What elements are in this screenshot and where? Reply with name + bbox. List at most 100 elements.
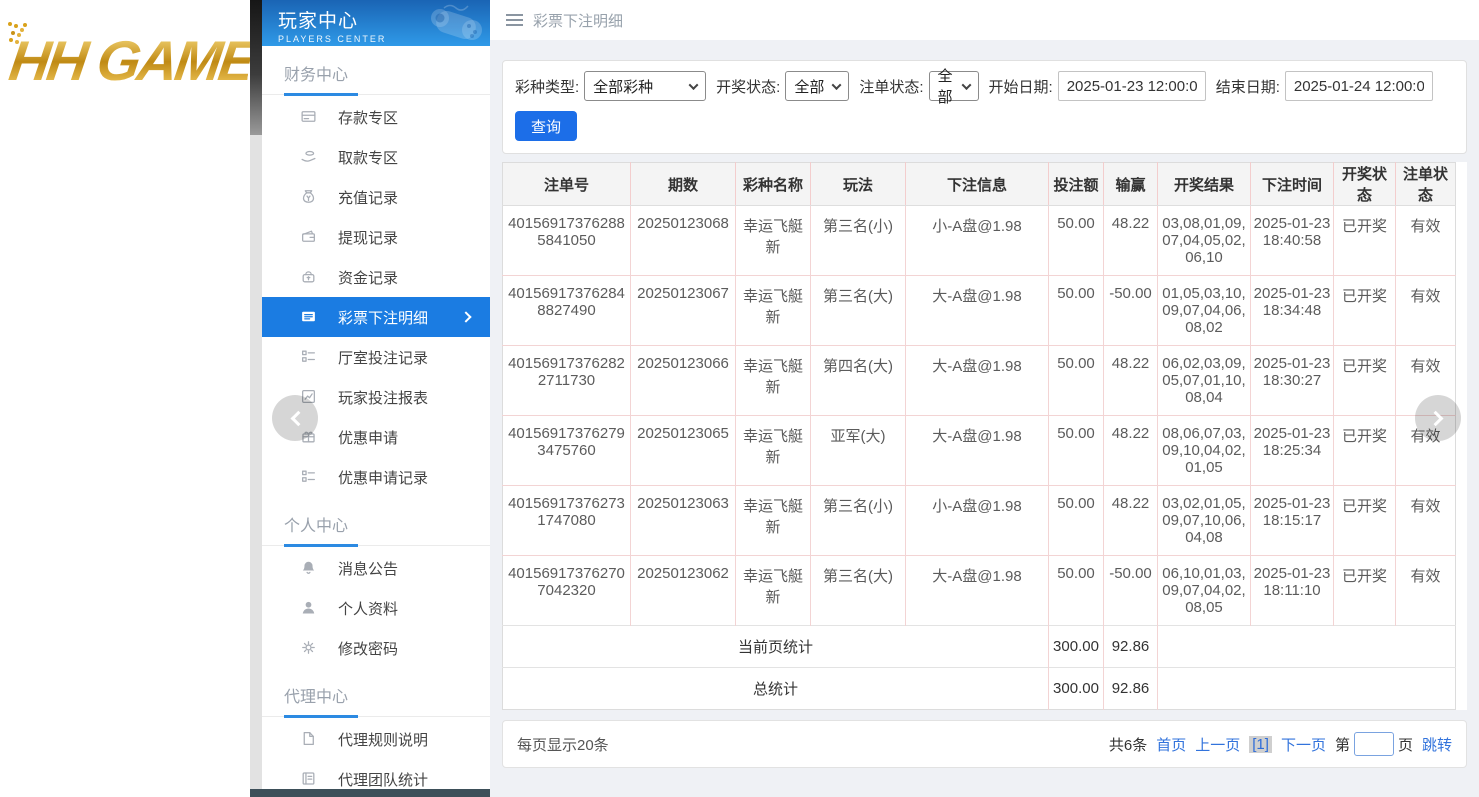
next-page-link[interactable]: 下一页 <box>1281 734 1326 755</box>
summary-bet-total: 300.00 <box>1049 626 1104 668</box>
draw-status-select[interactable]: 全部 <box>785 71 849 101</box>
sidebar-item-withdrawal-records[interactable]: 提现记录 <box>262 217 490 257</box>
sidebar-item-deposit[interactable]: 存款专区 <box>262 97 490 137</box>
jump-button[interactable]: 跳转 <box>1422 734 1452 755</box>
cell-draw_result: 01,05,03,10,09,07,04,06,08,02 <box>1158 276 1251 346</box>
bet-status-select[interactable]: 全部 <box>929 71 979 101</box>
cell-period: 20250123063 <box>631 486 736 556</box>
cell-bet_no: 401569173762731747080 <box>503 486 631 556</box>
table-row: 40156917376282271173020250123066幸运飞艇新第四名… <box>503 346 1456 416</box>
bell-icon <box>300 559 318 577</box>
cell-draw_status: 已开奖 <box>1334 206 1396 276</box>
sidebar-item-promo-apply-records[interactable]: 优惠申请记录 <box>262 457 490 497</box>
ledger-icon <box>300 770 318 788</box>
sidebar-item-label: 厅室投注记录 <box>338 347 428 368</box>
cell-bet_no: 401569173762885841050 <box>503 206 631 276</box>
cell-win_loss: -50.00 <box>1104 556 1158 626</box>
jump-prefix-text: 第 <box>1335 734 1350 755</box>
end-date-label: 结束日期: <box>1216 76 1280 97</box>
sidebar-item-hall-bet-records[interactable]: 厅室投注记录 <box>262 337 490 377</box>
search-button[interactable]: 查询 <box>515 111 577 141</box>
bets-table-card: 注单号期数彩种名称玩法下注信息投注额输赢开奖结果下注时间开奖状态注单状态 401… <box>502 162 1467 710</box>
cell-bet_time: 2025-01-23 18:34:48 <box>1251 276 1334 346</box>
sidebar-item-lottery-bet-details[interactable]: 彩票下注明细 <box>262 297 490 337</box>
chevron-down-icon <box>961 80 971 90</box>
sidebar-item-label: 代理团队统计 <box>338 769 428 790</box>
checklist-icon <box>300 468 318 486</box>
logo-dots-decoration <box>8 22 12 26</box>
col-header-draw_result: 开奖结果 <box>1158 163 1251 206</box>
cell-bet_info: 大-A盘@1.98 <box>906 346 1049 416</box>
end-date-input[interactable] <box>1285 71 1433 101</box>
carousel-next-button[interactable] <box>1415 395 1461 441</box>
sidebar-item-label: 个人资料 <box>338 598 398 619</box>
cell-bet_no: 401569173762822711730 <box>503 346 631 416</box>
lottery-type-label: 彩种类型: <box>515 76 579 97</box>
jump-suffix-text: 页 <box>1398 734 1413 755</box>
table-row: 40156917376284882749020250123067幸运飞艇新第三名… <box>503 276 1456 346</box>
cell-lottery_name: 幸运飞艇新 <box>736 556 811 626</box>
col-header-bet_no: 注单号 <box>503 163 631 206</box>
sidebar-item-label: 存款专区 <box>338 107 398 128</box>
sidebar-item-label: 资金记录 <box>338 267 398 288</box>
sidebar-section-title: 个人中心 <box>262 497 490 546</box>
sidebar-item-recharge-records[interactable]: 充值记录 <box>262 177 490 217</box>
cell-play: 第三名(大) <box>811 276 906 346</box>
cell-draw_status: 已开奖 <box>1334 486 1396 556</box>
col-header-play: 玩法 <box>811 163 906 206</box>
cell-bet_time: 2025-01-23 18:11:10 <box>1251 556 1334 626</box>
cell-bet_info: 大-A盘@1.98 <box>906 556 1049 626</box>
cell-win_loss: -50.00 <box>1104 276 1158 346</box>
cell-draw_status: 已开奖 <box>1334 276 1396 346</box>
chevron-down-icon <box>832 80 842 90</box>
cell-period: 20250123067 <box>631 276 736 346</box>
cell-bet_no: 401569173762707042320 <box>503 556 631 626</box>
carousel-prev-button[interactable] <box>272 395 318 441</box>
sidebar-item-change-password[interactable]: 修改密码 <box>262 628 490 668</box>
sidebar-item-withdraw[interactable]: 取款专区 <box>262 137 490 177</box>
main-area: 彩票下注明细 彩种类型: 全部彩种 开奖状态: 全部 注单状态: <box>490 0 1479 797</box>
cell-bet_amount: 50.00 <box>1049 346 1104 416</box>
cell-play: 第三名(小) <box>811 206 906 276</box>
prev-page-link[interactable]: 上一页 <box>1195 734 1240 755</box>
document-icon <box>300 730 318 748</box>
topbar: 彩票下注明细 <box>490 0 1479 40</box>
start-date-input[interactable] <box>1058 71 1206 101</box>
sidebar-item-announcements[interactable]: 消息公告 <box>262 548 490 588</box>
cell-bet_time: 2025-01-23 18:25:34 <box>1251 416 1334 486</box>
table-row: 40156917376273174708020250123063幸运飞艇新第三名… <box>503 486 1456 556</box>
bank-card-icon <box>300 108 318 126</box>
cell-bet_no: 401569173762793475760 <box>503 416 631 486</box>
cell-period: 20250123066 <box>631 346 736 416</box>
sidebar-item-label: 提现记录 <box>338 227 398 248</box>
draw-status-label: 开奖状态: <box>716 76 780 97</box>
cell-lottery_name: 幸运飞艇新 <box>736 346 811 416</box>
table-row: 40156917376279347576020250123065幸运飞艇新亚军(… <box>503 416 1456 486</box>
chevron-down-icon <box>689 80 699 90</box>
sidebar-item-label: 代理规则说明 <box>338 729 428 750</box>
col-header-bet_amount: 投注额 <box>1049 163 1104 206</box>
cell-bet_time: 2025-01-23 18:15:17 <box>1251 486 1334 556</box>
chevron-left-icon <box>290 410 306 426</box>
sidebar-item-profile[interactable]: 个人资料 <box>262 588 490 628</box>
summary-label: 总统计 <box>503 668 1049 710</box>
page-size-text: 每页显示20条 <box>517 734 609 755</box>
col-header-lottery_name: 彩种名称 <box>736 163 811 206</box>
cell-bet_time: 2025-01-23 18:30:27 <box>1251 346 1334 416</box>
first-page-link[interactable]: 首页 <box>1156 734 1186 755</box>
col-header-draw_status: 开奖状态 <box>1334 163 1396 206</box>
cell-bet_info: 大-A盘@1.98 <box>906 276 1049 346</box>
cell-bet_info: 小-A盘@1.98 <box>906 486 1049 556</box>
sidebar-item-agent-rules[interactable]: 代理规则说明 <box>262 719 490 759</box>
lottery-type-select[interactable]: 全部彩种 <box>584 71 706 101</box>
col-header-bet_time: 下注时间 <box>1251 163 1334 206</box>
col-header-bet_status: 注单状态 <box>1396 163 1456 206</box>
jump-page-input[interactable] <box>1354 732 1394 756</box>
sidebar-item-funds-records[interactable]: 资金记录 <box>262 257 490 297</box>
cell-bet_info: 大-A盘@1.98 <box>906 416 1049 486</box>
cell-bet_amount: 50.00 <box>1049 486 1104 556</box>
cell-draw_result: 03,08,01,09,07,04,05,02,06,10 <box>1158 206 1251 276</box>
cell-win_loss: 48.22 <box>1104 206 1158 276</box>
sidebar-item-label: 优惠申请 <box>338 427 398 448</box>
menu-toggle-icon[interactable] <box>506 14 523 16</box>
